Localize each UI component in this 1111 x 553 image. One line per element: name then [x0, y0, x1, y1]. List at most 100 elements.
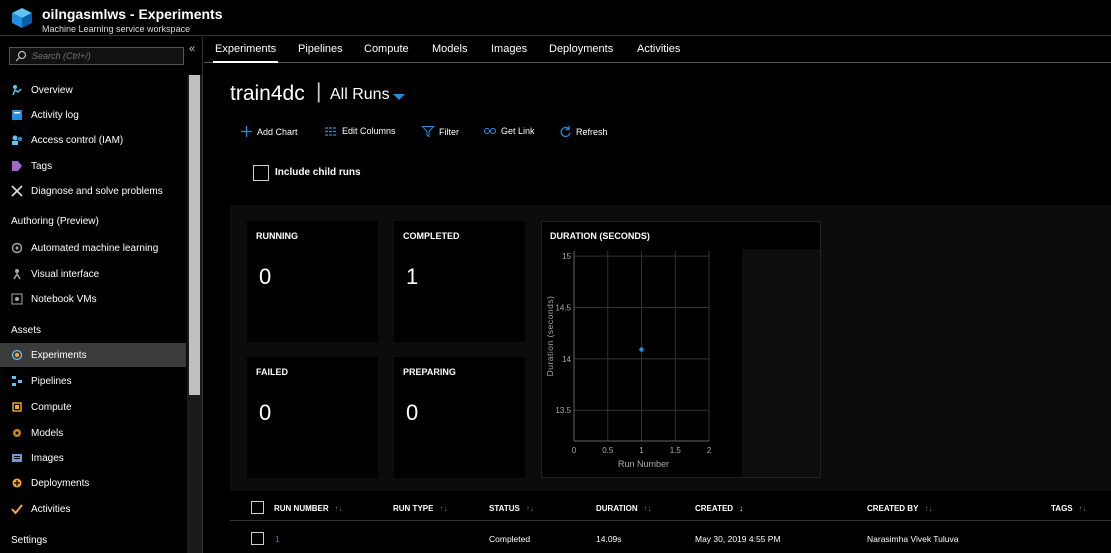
refresh-label: Refresh [576, 127, 608, 137]
col-duration[interactable]: DURATION ↑↓ [596, 504, 652, 513]
app-title: oilngasmlws - Experiments [42, 6, 223, 22]
duration-chart: DURATION (SECONDS) 0 0.5 1 1.5 2 15 14.5 14 13.5… [541, 221, 821, 478]
col-label: CREATED [695, 504, 734, 513]
tab-images[interactable]: Images [491, 43, 527, 55]
sort-icon: ↑↓ [924, 504, 933, 513]
sidebar-item-models[interactable]: Models [0, 421, 186, 445]
completed-label: COMPLETED [403, 231, 460, 241]
pipelines-icon [12, 376, 22, 386]
sidebar-item-label: Activity log [31, 109, 79, 121]
add-chart-button[interactable]: Add Chart [241, 126, 298, 137]
completed-card: COMPLETED 1 [394, 221, 525, 342]
col-tags[interactable]: TAGS ↑↓ [1051, 504, 1087, 513]
summary-panel: RUNNING 0 COMPLETED 1 FAILED 0 PREPARING… [230, 205, 1111, 491]
y-axis-label: Duration (seconds) [545, 296, 555, 377]
chart-title: DURATION (SECONDS) [550, 231, 650, 241]
sidebar-item-tags[interactable]: Tags [0, 154, 186, 178]
access-control-icon [12, 135, 22, 145]
x-tick-label: 0 [572, 446, 577, 455]
col-status[interactable]: STATUS ↑↓ [489, 504, 534, 513]
ml-workspace-logo-icon [12, 8, 32, 28]
running-card: RUNNING 0 [247, 221, 378, 342]
sort-icon: ↑↓ [643, 504, 652, 513]
sidebar-item-visual-interface[interactable]: Visual interface [0, 262, 186, 286]
preparing-label: PREPARING [403, 367, 456, 377]
status-cell: Completed [489, 534, 531, 544]
sidebar-item-label: Models [31, 427, 64, 439]
plus-icon [241, 126, 252, 137]
sidebar-item-label: Notebook VMs [31, 293, 97, 305]
deployments-icon [12, 478, 22, 488]
collapse-sidebar-icon[interactable]: « [189, 43, 195, 55]
get-link-button[interactable]: Get Link [484, 126, 535, 136]
include-child-runs-checkbox[interactable] [253, 165, 269, 181]
chevron-down-icon[interactable] [393, 94, 405, 100]
tab-pipelines[interactable]: Pipelines [298, 43, 343, 55]
include-child-runs-label: Include child runs [275, 167, 361, 178]
tab-activities[interactable]: Activities [637, 43, 680, 55]
sort-icon: ↑↓ [439, 504, 448, 513]
edit-columns-button[interactable]: Edit Columns [325, 126, 396, 136]
sidebar-item-compute[interactable]: Compute [0, 395, 186, 419]
run-filter-dropdown[interactable]: All Runs [330, 86, 390, 104]
search-input[interactable] [32, 49, 180, 63]
y-tick-label: 14 [562, 355, 571, 364]
y-tick-label: 13.5 [555, 406, 571, 415]
sidebar: « Overview Activity log Access control (… [0, 37, 203, 553]
sidebar-scrollbar-thumb[interactable] [189, 75, 200, 395]
sidebar-item-activity-log[interactable]: Activity log [0, 103, 186, 127]
select-all-checkbox[interactable] [251, 501, 264, 514]
sidebar-item-notebook-vms[interactable]: Notebook VMs [0, 287, 186, 311]
tab-compute[interactable]: Compute [364, 43, 409, 55]
section-settings: Settings [11, 535, 48, 546]
edit-columns-label: Edit Columns [342, 126, 396, 136]
sidebar-item-experiments[interactable]: Experiments [0, 343, 186, 367]
sidebar-item-images[interactable]: Images [0, 446, 186, 470]
sort-icon: ↑↓ [334, 504, 343, 513]
sidebar-item-pipelines[interactable]: Pipelines [0, 369, 186, 393]
sidebar-item-label: Tags [31, 160, 53, 172]
sidebar-item-diagnose[interactable]: Diagnose and solve problems [0, 179, 186, 203]
failed-label: FAILED [256, 367, 289, 377]
models-icon [13, 429, 21, 437]
run-number-link[interactable]: 1 [275, 534, 280, 544]
search-icon [15, 50, 27, 62]
title-separator: | [316, 80, 322, 103]
top-header: oilngasmlws - Experiments Machine Learni… [0, 0, 1111, 36]
created-by-cell: Narasimha Vivek Tuluva [867, 534, 959, 544]
refresh-button[interactable]: Refresh [559, 126, 608, 138]
col-created-by[interactable]: CREATED BY ↑↓ [867, 504, 932, 513]
sidebar-item-label: Automated machine learning [31, 242, 159, 254]
duration-chart-plot: 0 0.5 1 1.5 2 15 14.5 14 13.5 Run Number Duration … [545, 249, 820, 477]
sidebar-item-activities[interactable]: Activities [0, 497, 186, 521]
sidebar-item-label: Compute [31, 401, 72, 413]
sidebar-item-label: Overview [31, 84, 73, 96]
search-box[interactable] [9, 47, 184, 65]
section-authoring: Authoring (Preview) [11, 216, 99, 227]
col-label: STATUS [489, 504, 520, 513]
filter-button[interactable]: Filter [422, 126, 459, 137]
preparing-card: PREPARING 0 [394, 357, 525, 478]
tab-deployments[interactable]: Deployments [549, 43, 613, 55]
x-tick-label: 2 [707, 446, 712, 455]
filter-icon [422, 126, 434, 137]
sidebar-item-overview[interactable]: Overview [0, 78, 186, 102]
col-run-type[interactable]: RUN TYPE ↑↓ [393, 504, 447, 513]
sort-icon: ↑↓ [525, 504, 534, 513]
tab-bar: Experiments Pipelines Compute Models Ima… [204, 37, 1111, 63]
col-run-number[interactable]: RUN NUMBER ↑↓ [274, 504, 343, 513]
sidebar-item-automated-ml[interactable]: Automated machine learning [0, 236, 186, 260]
filter-label: Filter [439, 126, 459, 137]
tab-experiments[interactable]: Experiments [212, 43, 279, 63]
preparing-count: 0 [406, 400, 419, 425]
get-link-label: Get Link [501, 126, 535, 136]
sidebar-scrollbar[interactable] [187, 75, 202, 553]
tab-models[interactable]: Models [432, 43, 467, 55]
row-checkbox[interactable] [251, 532, 264, 545]
table-row[interactable]: 1 Completed 14.09s May 30, 2019 4:55 PM … [230, 528, 1111, 550]
sidebar-item-access-control[interactable]: Access control (IAM) [0, 128, 186, 152]
app-subtitle: Machine Learning service workspace [42, 24, 191, 34]
col-created[interactable]: CREATED ↓ [695, 504, 743, 513]
sidebar-item-deployments[interactable]: Deployments [0, 471, 186, 495]
x-tick-label: 1 [639, 446, 644, 455]
